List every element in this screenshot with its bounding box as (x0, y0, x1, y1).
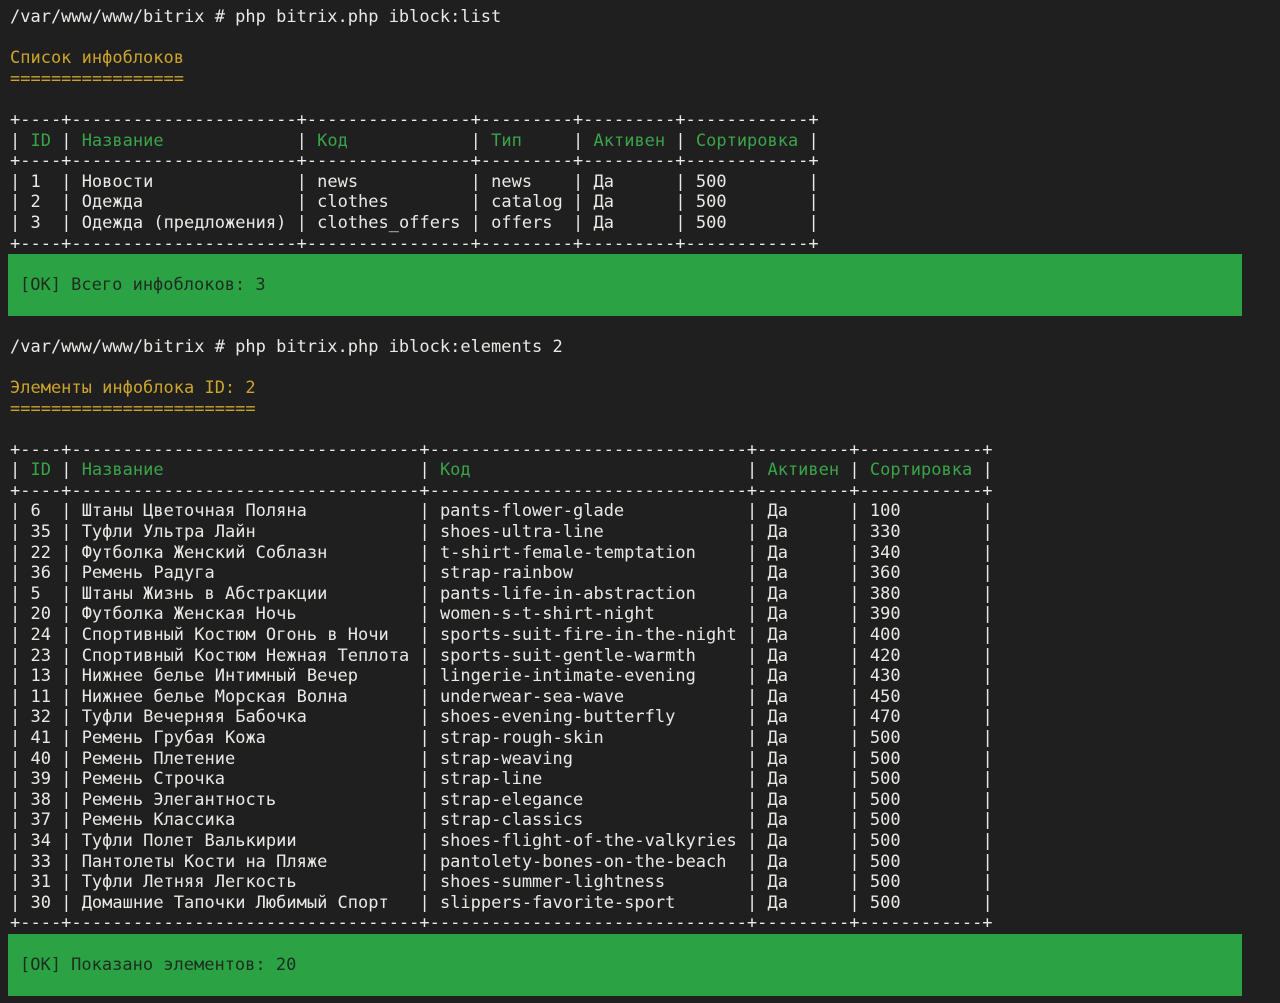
banner-text: [OK] Показано элементов: 20 (20, 955, 296, 976)
section-title-underline: ======================== (10, 399, 1280, 420)
table-row: | 1 | Новости | news | news | Да | 500 | (10, 172, 1280, 193)
table-row: | 38 | Ремень Элегантность | strap-elega… (10, 790, 1280, 811)
section-title-iblock-list: Список инфоблоков (10, 48, 1280, 69)
table-row: | 22 | Футболка Женский Соблазн | t-shir… (10, 543, 1280, 564)
iblock-elements-table: +----+----------------------------------… (10, 440, 1280, 934)
blank-line (10, 357, 1280, 378)
table-row: | 3 | Одежда (предложения) | clothes_off… (10, 213, 1280, 234)
iblock-list-table: +----+----------------------+-----------… (10, 110, 1280, 254)
table-border: +----+----------------------------------… (10, 440, 1280, 461)
success-banner-elements-count: [OK] Показано элементов: 20 (8, 934, 1242, 996)
table-header-row: | ID | Название | Код | Тип | Активен | … (10, 131, 1280, 152)
table-row: | 39 | Ремень Строчка | strap-line | Да … (10, 769, 1280, 790)
table-row: | 34 | Туфли Полет Валькирии | shoes-fli… (10, 831, 1280, 852)
table-row: | 32 | Туфли Вечерняя Бабочка | shoes-ev… (10, 707, 1280, 728)
blank-line (10, 28, 1280, 49)
command-line-2: /var/www/www/bitrix # php bitrix.php ibl… (10, 337, 1280, 358)
section-title-underline: ================= (10, 69, 1280, 90)
table-border: +----+----------------------+-----------… (10, 151, 1280, 172)
table-row: | 36 | Ремень Радуга | strap-rainbow | Д… (10, 563, 1280, 584)
table-row: | 35 | Туфли Ультра Лайн | shoes-ultra-l… (10, 522, 1280, 543)
table-border: +----+----------------------+-----------… (10, 110, 1280, 131)
table-row: | 20 | Футболка Женская Ночь | women-s-t… (10, 604, 1280, 625)
section-title-iblock-elements: Элементы инфоблока ID: 2 (10, 378, 1280, 399)
banner-text: [OK] Всего инфоблоков: 3 (20, 275, 266, 296)
blank-line (10, 89, 1280, 110)
blank-line (10, 316, 1280, 337)
blank-line (10, 419, 1280, 440)
table-border: +----+----------------------------------… (10, 481, 1280, 502)
table-row: | 11 | Нижнее белье Морская Волна | unde… (10, 687, 1280, 708)
table-row: | 6 | Штаны Цветочная Поляна | pants-flo… (10, 501, 1280, 522)
table-row: | 24 | Спортивный Костюм Огонь в Ночи | … (10, 625, 1280, 646)
table-border: +----+----------------------+-----------… (10, 234, 1280, 255)
table-row: | 30 | Домашние Тапочки Любимый Спорт | … (10, 893, 1280, 914)
table-row: | 40 | Ремень Плетение | strap-weaving |… (10, 749, 1280, 770)
table-row: | 33 | Пантолеты Кости на Пляже | pantol… (10, 852, 1280, 873)
success-banner-iblock-count: [OK] Всего инфоблоков: 3 (8, 254, 1242, 316)
table-row: | 13 | Нижнее белье Интимный Вечер | lin… (10, 666, 1280, 687)
table-row: | 23 | Спортивный Костюм Нежная Теплота … (10, 646, 1280, 667)
table-header-row: | ID | Название | Код | Активен | Сортир… (10, 460, 1280, 481)
table-row: | 41 | Ремень Грубая Кожа | strap-rough-… (10, 728, 1280, 749)
table-row: | 31 | Туфли Летняя Легкость | shoes-sum… (10, 872, 1280, 893)
table-row: | 2 | Одежда | clothes | catalog | Да | … (10, 192, 1280, 213)
table-row: | 37 | Ремень Классика | strap-classics … (10, 810, 1280, 831)
table-row: | 5 | Штаны Жизнь в Абстракции | pants-l… (10, 584, 1280, 605)
terminal-window[interactable]: /var/www/www/bitrix # php bitrix.php ibl… (0, 0, 1280, 1003)
command-line-1: /var/www/www/bitrix # php bitrix.php ibl… (10, 7, 1280, 28)
table-border: +----+----------------------------------… (10, 913, 1280, 934)
